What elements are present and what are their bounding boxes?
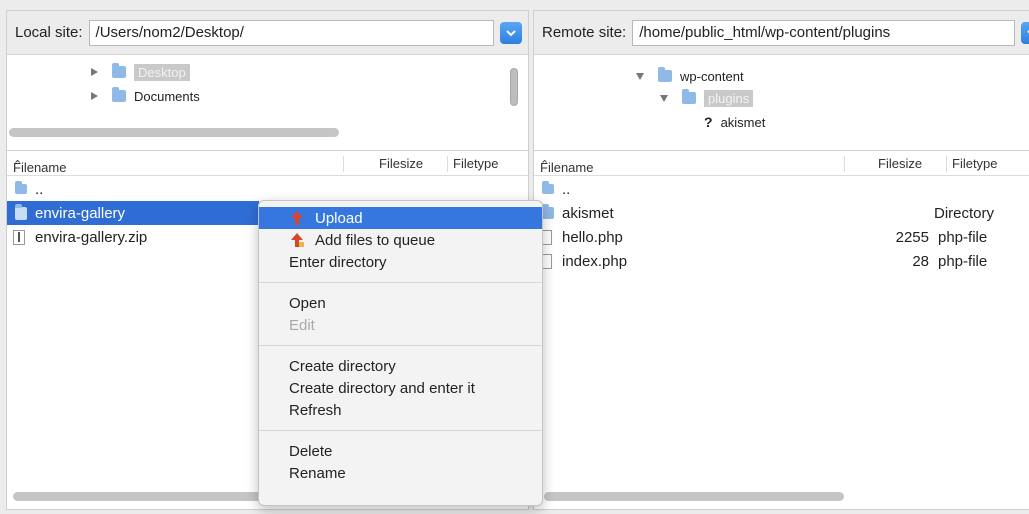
menu-separator [259, 345, 542, 346]
remote-site-bar: Remote site: /home/public_html/wp-conten… [534, 11, 1029, 55]
remote-path-input[interactable]: /home/public_html/wp-content/plugins [632, 19, 1015, 46]
local-path-input[interactable]: /Users/nom2/Desktop/ [88, 19, 494, 46]
menu-item-add-to-queue[interactable]: Add files to queue [259, 229, 542, 251]
menu-item-edit: Edit [289, 316, 315, 334]
local-site-bar: Local site: /Users/nom2/Desktop/ [7, 11, 528, 55]
tree-item-plugins[interactable]: plugins [660, 88, 754, 108]
menu-item-enter-directory[interactable]: Enter directory [259, 251, 542, 273]
column-filesize[interactable]: Filesize [379, 156, 423, 171]
menu-item-delete[interactable]: Delete [259, 440, 542, 462]
tree-horizontal-scrollbar[interactable] [9, 128, 339, 137]
remote-list-horizontal-scrollbar[interactable] [544, 492, 844, 501]
tree-item-documents[interactable]: Documents [91, 86, 200, 106]
remote-path-dropdown[interactable] [1021, 21, 1029, 44]
expand-arrow-icon[interactable] [91, 68, 98, 76]
queue-arrow-icon [291, 233, 304, 247]
folder-icon [15, 203, 27, 220]
file-row-hello-php[interactable]: hello.php 2255 php-file [534, 225, 1029, 249]
file-row-parent[interactable]: .. [7, 177, 528, 201]
filezilla-window: Local site: /Users/nom2/Desktop/ Desktop… [0, 0, 1029, 514]
zip-file-icon [13, 229, 25, 245]
chevron-down-icon [506, 29, 516, 36]
column-filesize[interactable]: Filesize [878, 156, 922, 171]
menu-item-create-directory-enter[interactable]: Create directory and enter it [259, 377, 542, 399]
menu-item-rename[interactable]: Rename [259, 462, 542, 484]
remote-file-list: .. akismet Directory hello.php 2255 php-… [534, 177, 1029, 273]
tree-item-label: Documents [134, 88, 200, 104]
file-row-akismet[interactable]: akismet Directory [534, 201, 1029, 225]
menu-item-create-directory[interactable]: Create directory [259, 355, 542, 377]
remote-file-list-header: Filename ⌃ Filesize Filetype [534, 152, 1029, 176]
remote-directory-tree: wp-content plugins ? akismet [534, 56, 1029, 151]
column-filename[interactable]: Filename ⌃ [540, 156, 593, 175]
collapse-arrow-icon[interactable] [636, 72, 644, 80]
tree-item-desktop[interactable]: Desktop [91, 62, 190, 82]
folder-icon [112, 63, 126, 78]
folder-icon [658, 67, 672, 82]
remote-site-pane: Remote site: /home/public_html/wp-conten… [533, 10, 1029, 510]
local-path-dropdown[interactable] [500, 21, 522, 44]
tree-vertical-scrollbar[interactable] [510, 68, 518, 106]
column-filetype[interactable]: Filetype [453, 156, 499, 171]
folder-icon [112, 87, 126, 102]
remote-site-label: Remote site: [542, 24, 627, 41]
collapse-arrow-icon[interactable] [660, 94, 668, 102]
menu-separator [259, 430, 542, 431]
folder-icon [15, 181, 27, 194]
folder-icon [682, 89, 696, 104]
context-menu: Upload Add files to queue Enter director… [258, 200, 543, 506]
tree-item-wp-content[interactable]: wp-content [636, 66, 744, 86]
tree-item-label: Desktop [134, 63, 190, 81]
local-directory-tree: Desktop Documents [7, 56, 528, 151]
tree-item-akismet[interactable]: ? akismet [704, 112, 765, 132]
expand-arrow-icon[interactable] [91, 92, 98, 100]
file-row-index-php[interactable]: index.php 28 php-file [534, 249, 1029, 273]
folder-icon [542, 181, 554, 194]
column-filetype[interactable]: Filetype [952, 156, 998, 171]
file-row-envira-gallery[interactable]: envira-gallery [7, 201, 259, 225]
upload-arrow-icon [291, 211, 303, 225]
menu-item-upload[interactable]: Upload [259, 207, 542, 229]
question-mark-icon: ? [704, 114, 713, 130]
menu-item-refresh[interactable]: Refresh [259, 399, 542, 421]
local-file-list-header: Filename ⌃ Filesize Filetype [7, 152, 528, 176]
folder-icon [542, 204, 554, 219]
menu-separator [259, 282, 542, 283]
menu-item-open[interactable]: Open [259, 292, 542, 314]
local-list-horizontal-scrollbar[interactable] [13, 492, 293, 501]
local-site-label: Local site: [15, 24, 83, 41]
file-row-parent[interactable]: .. [534, 177, 1029, 201]
column-filename[interactable]: Filename ⌃ [13, 156, 66, 175]
